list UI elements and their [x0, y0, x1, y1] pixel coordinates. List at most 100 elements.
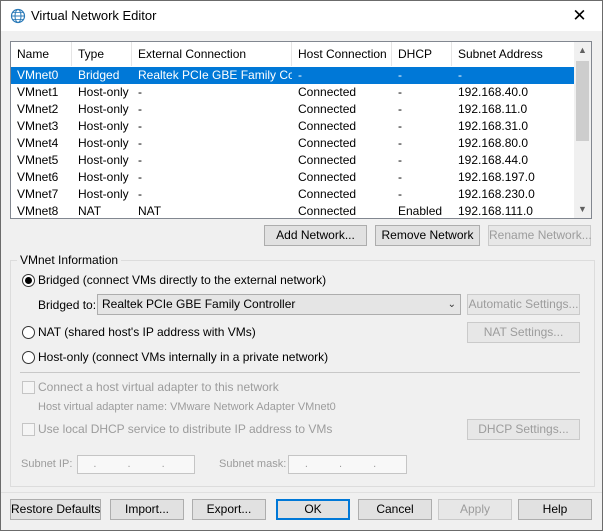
cell-subnet-address: 192.168.80.0	[458, 136, 529, 150]
cell-type: Host-only	[78, 187, 129, 201]
cell-subnet-address: 192.168.44.0	[458, 153, 529, 167]
table-row[interactable]: VMnet0 Bridged Realtek PCIe GBE Family Co.…	[11, 67, 575, 84]
list-header: Name Type External Connection Host Conne…	[11, 42, 575, 66]
connect-adapter-checkbox[interactable]	[22, 381, 35, 394]
dialog-window: Virtual Network Editor ✕ Name Type Exter…	[0, 0, 603, 531]
bridged-to-dropdown[interactable]: Realtek PCIe GBE Family Controller ⌄	[97, 294, 461, 315]
column-header-name[interactable]: Name	[11, 42, 72, 66]
chevron-down-icon: ⌄	[447, 299, 456, 310]
cell-external-connection: NAT	[138, 204, 162, 218]
cell-subnet-address: -	[458, 68, 462, 82]
cell-dhcp: -	[398, 170, 402, 184]
window-title: Virtual Network Editor	[31, 8, 157, 23]
cell-type: Host-only	[78, 136, 129, 150]
list-scrollbar[interactable]: ▲ ▼	[574, 42, 591, 218]
cancel-button[interactable]: Cancel	[358, 499, 432, 520]
host-only-radio[interactable]	[22, 351, 35, 364]
cell-name: VMnet8	[17, 204, 59, 218]
nat-radio[interactable]	[22, 326, 35, 339]
cell-dhcp: -	[398, 102, 402, 116]
bridged-to-label: Bridged to:	[38, 298, 97, 312]
table-row[interactable]: VMnet6 Host-only - Connected -192.168.197.0	[11, 169, 575, 186]
cell-external-connection: -	[138, 85, 142, 99]
column-header-external-connection[interactable]: External Connection	[132, 42, 292, 66]
nat-settings-button[interactable]: NAT Settings...	[467, 322, 580, 343]
cell-name: VMnet2	[17, 102, 59, 116]
dhcp-checkbox[interactable]	[22, 423, 35, 436]
export-button[interactable]: Export...	[192, 499, 266, 520]
cell-host-connection: Connected	[298, 119, 357, 133]
cell-host-connection: Connected	[298, 102, 357, 116]
cell-name: VMnet3	[17, 119, 59, 133]
cell-external-connection: -	[138, 136, 142, 150]
connect-adapter-label[interactable]: Connect a host virtual adapter to this n…	[38, 380, 279, 394]
import-button[interactable]: Import...	[110, 499, 184, 520]
cell-type: Host-only	[78, 153, 129, 167]
cell-subnet-address: 192.168.111.0	[458, 204, 533, 218]
subnet-ip-input[interactable]: . . .	[77, 455, 195, 474]
table-row[interactable]: VMnet8 NAT NAT Connected Enabled 192.168.111.…	[11, 203, 575, 218]
cell-name: VMnet0	[17, 68, 59, 82]
cell-name: VMnet1	[17, 85, 59, 99]
ok-button[interactable]: OK	[276, 499, 350, 520]
cell-external-connection: -	[138, 187, 142, 201]
column-header-host-connection[interactable]: Host Connection	[292, 42, 392, 66]
column-header-dhcp[interactable]: DHCP	[392, 42, 452, 66]
footer-separator	[1, 492, 602, 493]
adapter-name-label: Host virtual adapter name: VMware Networ…	[38, 401, 336, 413]
group-separator	[20, 372, 580, 373]
close-icon[interactable]: ✕	[557, 1, 602, 31]
host-only-radio-label[interactable]: Host-only (connect VMs internally in a p…	[38, 350, 328, 364]
remove-network-button[interactable]: Remove Network	[375, 225, 480, 246]
table-row[interactable]: VMnet5 Host-only - Connected -192.168.44.0	[11, 152, 575, 169]
dhcp-label[interactable]: Use local DHCP service to distribute IP …	[38, 422, 332, 436]
cell-host-connection: Connected	[298, 204, 357, 218]
cell-dhcp: -	[398, 187, 402, 201]
title-bar[interactable]: Virtual Network Editor ✕	[1, 1, 602, 31]
table-row[interactable]: VMnet7 Host-only - Connected -192.168.230.0	[11, 186, 575, 203]
cell-external-connection: -	[138, 119, 142, 133]
cell-name: VMnet5	[17, 153, 59, 167]
bridged-radio[interactable]	[22, 274, 35, 287]
scroll-up-icon[interactable]: ▲	[574, 42, 591, 59]
cell-dhcp: -	[398, 153, 402, 167]
table-row[interactable]: VMnet3 Host-only - Connected -192.168.31.0	[11, 118, 575, 135]
automatic-settings-button[interactable]: Automatic Settings...	[467, 294, 580, 315]
rename-network-button[interactable]: Rename Network...	[488, 225, 592, 246]
bridged-radio-label[interactable]: Bridged (connect VMs directly to the ext…	[38, 273, 326, 287]
cell-type: Bridged	[78, 68, 120, 82]
cell-type: Host-only	[78, 119, 129, 133]
cell-host-connection: Connected	[298, 136, 357, 150]
cell-dhcp: -	[398, 85, 402, 99]
column-header-type[interactable]: Type	[72, 42, 132, 66]
add-network-button[interactable]: Add Network...	[264, 225, 367, 246]
cell-subnet-address: 192.168.197.0	[458, 170, 535, 184]
table-row[interactable]: VMnet1 Host-only - Connected -192.168.40.0	[11, 84, 575, 101]
dhcp-settings-button[interactable]: DHCP Settings...	[467, 419, 580, 440]
vmnet-information-label: VMnet Information	[17, 253, 122, 267]
restore-defaults-button[interactable]: Restore Defaults	[10, 499, 101, 520]
help-button[interactable]: Help	[518, 499, 592, 520]
subnet-mask-label: Subnet mask:	[219, 458, 287, 470]
cell-type: Host-only	[78, 102, 129, 116]
cell-external-connection: -	[138, 102, 142, 116]
cell-name: VMnet4	[17, 136, 59, 150]
table-row[interactable]: VMnet4 Host-only - Connected -192.168.80.0	[11, 135, 575, 152]
cell-subnet-address: 192.168.11.0	[458, 102, 528, 116]
cell-subnet-address: 192.168.230.0	[458, 187, 535, 201]
cell-external-connection: -	[138, 170, 142, 184]
nat-radio-label[interactable]: NAT (shared host's IP address with VMs)	[38, 325, 256, 339]
cell-subnet-address: 192.168.31.0	[458, 119, 529, 133]
cell-host-connection: Connected	[298, 85, 357, 99]
apply-button[interactable]: Apply	[438, 499, 512, 520]
table-row[interactable]: VMnet2 Host-only - Connected -192.168.11.0	[11, 101, 575, 118]
cell-dhcp: -	[398, 119, 402, 133]
subnet-mask-input[interactable]: . . .	[288, 455, 407, 474]
cell-dhcp: -	[398, 68, 402, 82]
network-list[interactable]: Name Type External Connection Host Conne…	[10, 41, 592, 219]
column-header-subnet-address[interactable]: Subnet Address	[452, 42, 575, 66]
globe-network-icon	[10, 8, 26, 24]
scroll-thumb[interactable]	[576, 61, 589, 141]
cell-host-connection: Connected	[298, 187, 357, 201]
scroll-down-icon[interactable]: ▼	[574, 201, 591, 218]
